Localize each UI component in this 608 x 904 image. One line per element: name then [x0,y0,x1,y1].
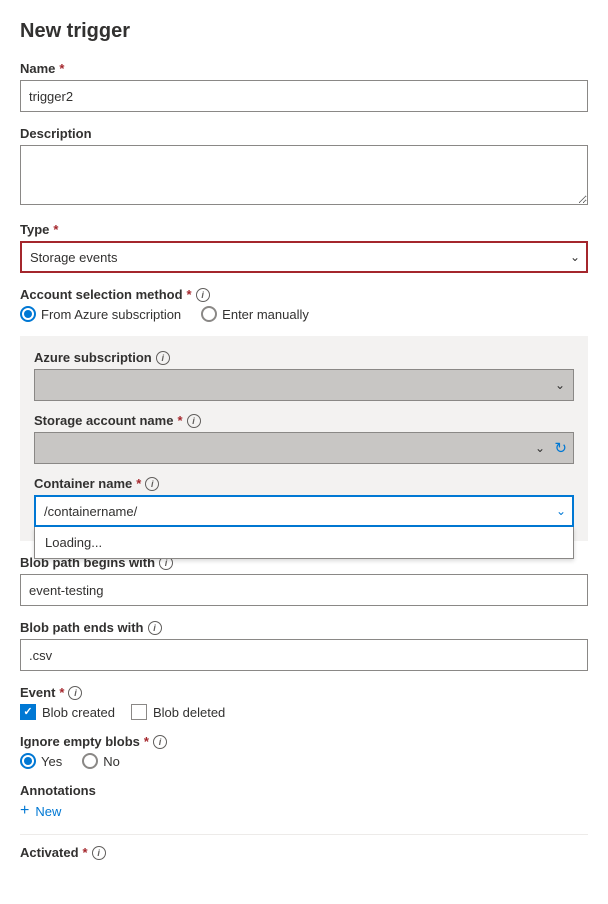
radio-enter-manually-circle [201,306,217,322]
description-field-group: Description [20,126,588,208]
storage-account-group: Storage account name * i ⌄ ↻ [34,413,574,464]
add-annotation-label: New [35,804,61,819]
container-name-info-icon: i [145,477,159,491]
ignore-empty-blobs-label: Ignore empty blobs * i [20,734,588,749]
loading-dropdown: Loading... [34,527,574,559]
storage-account-select[interactable]: ⌄ ↻ [34,432,574,464]
container-name-required: * [136,476,141,491]
page-title: New trigger [20,20,588,43]
account-selection-info-icon: i [196,288,210,302]
storage-account-select-wrapper: ⌄ ↻ [34,432,574,464]
azure-subscription-info-icon: i [156,351,170,365]
storage-account-info-icon: i [187,414,201,428]
type-field-group: Type * Storage events Schedule Tumbling … [20,222,588,273]
container-name-group: Container name * i /containername/ ⌄ Loa… [34,476,574,527]
storage-account-label: Storage account name * i [34,413,574,428]
container-select-value: /containername/ [44,504,137,519]
name-input[interactable] [20,80,588,112]
account-selection-required: * [187,287,192,302]
blob-path-begins-group: Blob path begins with i [20,555,588,606]
blob-path-ends-info-icon: i [148,621,162,635]
activated-info-icon: i [92,846,106,860]
annotations-label: Annotations [20,783,588,798]
activated-group: Activated * i [20,845,588,860]
azure-subscription-select-wrapper: ⌄ [34,369,574,401]
type-required: * [53,222,58,237]
blob-created-checkbox[interactable]: ✓ [20,704,36,720]
radio-from-azure[interactable]: From Azure subscription [20,306,181,322]
radio-no-circle [82,753,98,769]
radio-no-label: No [103,754,120,769]
annotations-group: Annotations + New [20,783,588,820]
event-field-group: Event * i ✓ Blob created Blob deleted [20,685,588,720]
ignore-empty-info-icon: i [153,735,167,749]
type-select[interactable]: Storage events Schedule Tumbling window … [20,241,588,273]
radio-yes-circle [20,753,36,769]
type-label: Type * [20,222,588,237]
radio-from-azure-label: From Azure subscription [41,307,181,322]
azure-subscription-label: Azure subscription i [34,350,574,365]
blob-created-checkbox-item[interactable]: ✓ Blob created [20,704,115,720]
add-annotation-button[interactable]: + New [20,802,61,820]
event-checkbox-group: ✓ Blob created Blob deleted [20,704,588,720]
blob-created-checkmark: ✓ [23,707,32,718]
description-input[interactable] [20,145,588,205]
ignore-empty-radio-group: Yes No [20,753,588,769]
blob-path-ends-label: Blob path ends with i [20,620,588,635]
blob-path-ends-input[interactable] [20,639,588,671]
container-chevron-icon: ⌄ [556,504,566,518]
blob-path-begins-input[interactable] [20,574,588,606]
name-label: Name * [20,61,588,76]
azure-subscription-group: Azure subscription i ⌄ [34,350,574,401]
azure-subscription-chevron-icon: ⌄ [555,378,565,392]
name-field-group: Name * [20,61,588,112]
storage-account-refresh-icon[interactable]: ↻ [554,439,567,457]
event-info-icon: i [68,686,82,700]
divider [20,834,588,835]
blob-path-ends-group: Blob path ends with i [20,620,588,671]
container-select-wrapper: /containername/ ⌄ Loading... [34,495,574,527]
ignore-empty-blobs-group: Ignore empty blobs * i Yes No [20,734,588,769]
name-required: * [59,61,64,76]
activated-required: * [83,845,88,860]
storage-account-chevron-icon: ⌄ [535,441,545,455]
container-select[interactable]: /containername/ ⌄ [34,495,574,527]
blob-deleted-checkbox-item[interactable]: Blob deleted [131,704,225,720]
account-selection-label: Account selection method * i [20,287,588,302]
loading-text: Loading... [45,535,102,550]
azure-subscription-select[interactable]: ⌄ [34,369,574,401]
radio-yes-label: Yes [41,754,62,769]
storage-account-required: * [177,413,182,428]
event-label: Event * i [20,685,588,700]
radio-no[interactable]: No [82,753,120,769]
radio-yes[interactable]: Yes [20,753,62,769]
azure-settings-section: Azure subscription i ⌄ Storage account n… [20,336,588,541]
container-name-label: Container name * i [34,476,574,491]
blob-deleted-checkbox[interactable] [131,704,147,720]
type-select-wrapper: Storage events Schedule Tumbling window … [20,241,588,273]
radio-from-azure-circle [20,306,36,322]
radio-enter-manually-label: Enter manually [222,307,309,322]
account-selection-radio-group: From Azure subscription Enter manually [20,306,588,322]
ignore-empty-required: * [144,734,149,749]
blob-deleted-label: Blob deleted [153,705,225,720]
radio-enter-manually[interactable]: Enter manually [201,306,309,322]
description-label: Description [20,126,588,141]
event-required: * [59,685,64,700]
account-selection-group: Account selection method * i From Azure … [20,287,588,322]
plus-icon: + [20,802,29,820]
blob-created-label: Blob created [42,705,115,720]
activated-label: Activated * i [20,845,588,860]
